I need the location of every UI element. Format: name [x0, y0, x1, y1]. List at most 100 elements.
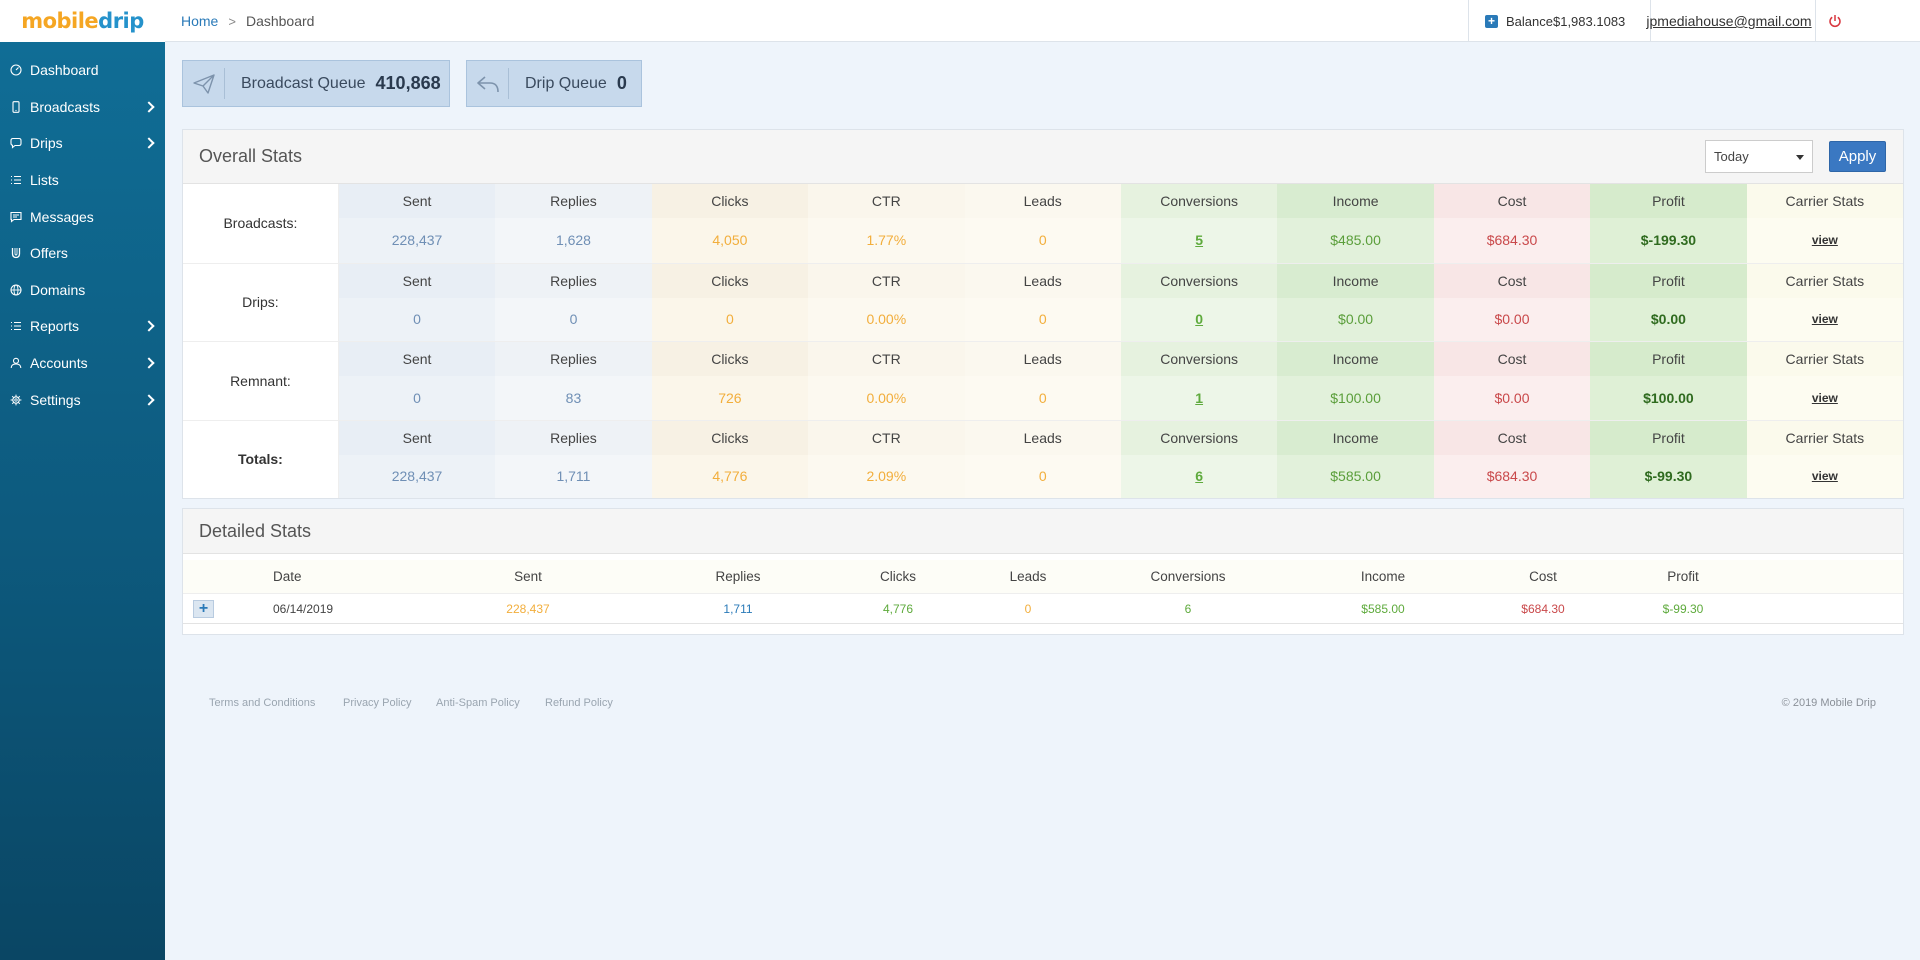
logo-part-drip: drip	[98, 9, 144, 33]
caret-down-icon	[1796, 155, 1804, 160]
stats-col-ctr: CTR 0.00%	[808, 342, 965, 420]
stats-col-cost: Cost $0.00	[1433, 263, 1591, 341]
stats-cell: view	[1746, 376, 1904, 420]
broadcast-queue-box: Broadcast Queue 410,868	[182, 60, 450, 107]
sidebar-item-broadcasts[interactable]: Broadcasts	[0, 89, 165, 126]
stats-col-profit: Profit $-199.30	[1590, 184, 1747, 263]
detailed-col-header: Leads	[1009, 569, 1047, 584]
breadcrumb-separator: >	[228, 13, 236, 29]
sidebar-item-settings[interactable]: Settings	[0, 381, 165, 418]
stats-cell: view	[1746, 454, 1904, 498]
sidebar-item-messages[interactable]: Messages	[0, 198, 165, 235]
stats-col-header: Sent	[338, 184, 496, 218]
detailed-col-header: Conversions	[1150, 569, 1226, 584]
stats-col-carrier-stats: Carrier Stats view	[1746, 420, 1904, 498]
sidebar-item-accounts[interactable]: Accounts	[0, 345, 165, 382]
stats-cell: 0	[1120, 297, 1278, 341]
carrier-stats-view-link[interactable]: view	[1812, 312, 1838, 326]
stats-cell: 0	[338, 376, 496, 420]
sidebar-item-drips[interactable]: Drips	[0, 125, 165, 162]
stats-col-header: Cost	[1433, 263, 1591, 298]
sidebar-item-reports[interactable]: Reports	[0, 308, 165, 345]
stats-col-header: Cost	[1433, 184, 1591, 218]
stats-row-label: Drips:	[183, 263, 339, 341]
stats-col-header: Income	[1277, 420, 1434, 455]
conversions-link[interactable]: 0	[1195, 311, 1203, 327]
privacy-policy-link[interactable]: Privacy Policy	[343, 697, 411, 709]
stats-col-header: Profit	[1590, 342, 1747, 376]
gear-icon	[10, 394, 22, 406]
stats-cell: $100.00	[1277, 376, 1434, 420]
breadcrumb-home-link[interactable]: Home	[181, 13, 218, 29]
sidebar: mobile drip Dashboard Broadcasts Drips Li…	[0, 0, 165, 960]
stats-col-header: Cost	[1433, 342, 1591, 376]
chevron-right-icon	[143, 101, 155, 113]
terms-link[interactable]: Terms and Conditions	[209, 697, 315, 709]
sidebar-item-label: Settings	[30, 391, 81, 408]
carrier-stats-view-link[interactable]: view	[1812, 469, 1838, 483]
sidebar-item-domains[interactable]: Domains	[0, 272, 165, 309]
account-email-link[interactable]: jpmediahouse@gmail.com	[1646, 13, 1811, 29]
expand-row-button[interactable]: +	[193, 599, 214, 618]
stats-cell: 0.00%	[808, 297, 965, 341]
table-cell: 6	[1184, 601, 1192, 616]
stats-col-header: Income	[1277, 342, 1434, 376]
stats-cell: $-99.30	[1590, 454, 1747, 498]
stats-col-header: Sent	[338, 420, 496, 455]
stats-cell: view	[1746, 297, 1904, 341]
stats-col-header: Carrier Stats	[1746, 184, 1904, 218]
stats-col-ctr: CTR 0.00%	[808, 263, 965, 341]
carrier-stats-view-link[interactable]: view	[1812, 391, 1838, 405]
broadcast-queue-label: Broadcast Queue	[241, 74, 366, 92]
chevron-right-icon	[143, 320, 155, 333]
sidebar-item-offers[interactable]: Offers	[0, 235, 165, 272]
carrier-stats-view-link[interactable]: view	[1812, 233, 1838, 247]
stats-col-income: Income $485.00	[1277, 184, 1434, 263]
overall-stats-panel: Overall Stats Today Apply Broadcasts: Sen…	[182, 129, 1904, 499]
footer: Terms and Conditions Privacy Policy Anti…	[209, 697, 1920, 711]
logo-part-mobile: mobile	[21, 9, 99, 33]
detailed-stats-rows: +06/14/2019 228,437 1,711 4,776 0 6 $585.00 $68…	[183, 594, 1903, 624]
message-icon	[10, 211, 22, 223]
globe-icon	[10, 284, 22, 296]
table-cell: 4,776	[882, 601, 914, 616]
conversions-link[interactable]: 5	[1195, 232, 1203, 248]
stats-cell: 4,050	[651, 218, 809, 263]
stats-cell: $0.00	[1433, 297, 1591, 341]
stats-col-conversions: Conversions 0	[1120, 263, 1278, 341]
stats-cell: $0.00	[1433, 376, 1591, 420]
balance-value: $1,983.1083	[1552, 13, 1626, 29]
stats-col-header: Clicks	[651, 263, 809, 298]
stats-col-replies: Replies 0	[495, 263, 652, 341]
sidebar-item-label: Dashboard	[30, 62, 99, 79]
balance-display[interactable]: + Balance $1,983.1083	[1468, 0, 1650, 42]
add-balance-icon[interactable]: +	[1485, 14, 1498, 28]
date-range-select[interactable]: Today	[1705, 140, 1813, 173]
stats-col-profit: Profit $0.00	[1590, 263, 1747, 341]
table-cell: $585.00	[1361, 601, 1405, 616]
stats-cell: 1.77%	[808, 218, 965, 263]
conversions-link[interactable]: 6	[1195, 468, 1203, 484]
detailed-col-header: Cost	[1529, 569, 1557, 584]
power-button[interactable]	[1816, 0, 1854, 42]
stats-col-carrier-stats: Carrier Stats view	[1746, 184, 1904, 263]
stats-col-ctr: CTR 2.09%	[808, 420, 965, 498]
detailed-stats-title: Detailed Stats	[199, 520, 312, 541]
stats-cell: 1	[1120, 376, 1278, 420]
stats-col-clicks: Clicks 726	[651, 342, 809, 420]
stats-col-replies: Replies 83	[495, 342, 652, 420]
sidebar-item-lists[interactable]: Lists	[0, 162, 165, 199]
anti-spam-policy-link[interactable]: Anti-Spam Policy	[436, 697, 520, 709]
sidebar-item-label: Domains	[30, 281, 86, 298]
sidebar-item-dashboard[interactable]: Dashboard	[0, 52, 165, 89]
stats-cell: $684.30	[1433, 218, 1591, 263]
stats-row-label: Totals:	[183, 420, 339, 498]
conversions-link[interactable]: 1	[1195, 390, 1203, 406]
stats-col-carrier-stats: Carrier Stats view	[1746, 263, 1904, 341]
apply-button[interactable]: Apply	[1829, 141, 1886, 172]
magnet-icon	[10, 247, 22, 259]
refund-policy-link[interactable]: Refund Policy	[545, 697, 613, 709]
drip-queue-value: 0	[616, 73, 627, 93]
mobiledrip-logo[interactable]: mobile drip	[0, 0, 165, 42]
date-range-selected: Today	[1714, 149, 1749, 164]
